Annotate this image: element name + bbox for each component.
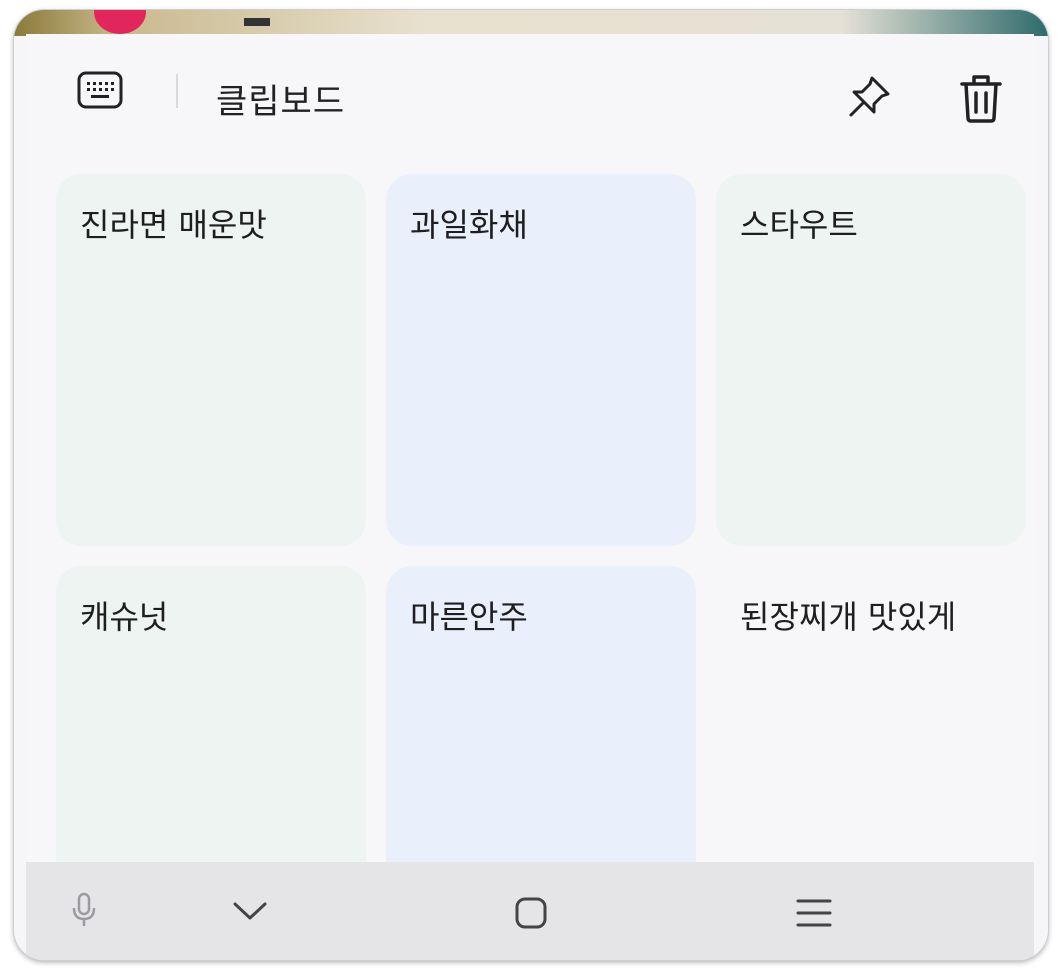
microphone-icon[interactable] <box>70 892 98 932</box>
clipboard-header: 클립보드 <box>26 34 1034 144</box>
clip-item[interactable]: 스타우트 <box>716 174 1026 546</box>
clipboard-panel: 클립보드 진라면 매운맛 과일화채 스타우트 캐슈넛 마른안주 된장찌개 맛있게 <box>26 34 1034 960</box>
clip-text: 과일화채 <box>410 206 528 244</box>
trash-icon[interactable] <box>958 72 1004 124</box>
pin-icon[interactable] <box>846 74 892 120</box>
chevron-down-icon[interactable] <box>232 900 268 926</box>
clip-item[interactable]: 과일화채 <box>386 174 696 546</box>
clip-item[interactable]: 진라면 매운맛 <box>56 174 366 546</box>
menu-lines-icon[interactable] <box>796 898 832 932</box>
app-badge <box>94 10 146 34</box>
background-app-strip <box>14 10 1048 36</box>
home-square-icon[interactable] <box>514 896 548 934</box>
clip-text: 된장찌개 맛있게 <box>740 598 957 636</box>
keyboard-icon[interactable] <box>76 70 124 110</box>
navigation-bar <box>26 862 1034 960</box>
page-title: 클립보드 <box>216 82 346 122</box>
clip-text: 스타우트 <box>740 206 858 244</box>
clip-text: 마른안주 <box>410 598 528 636</box>
clip-text: 캐슈넛 <box>80 598 169 636</box>
device-frame: 클립보드 진라면 매운맛 과일화채 스타우트 캐슈넛 마른안주 된장찌개 맛있게 <box>14 10 1048 960</box>
background-text-fragment <box>244 18 270 26</box>
header-divider <box>176 74 178 108</box>
clip-text: 진라면 매운맛 <box>80 206 267 244</box>
